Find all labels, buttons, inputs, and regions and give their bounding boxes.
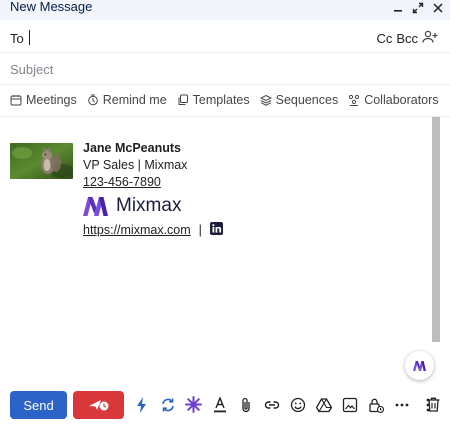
layers-icon: [259, 94, 272, 106]
text-cursor: [29, 30, 30, 45]
add-recipient-icon[interactable]: [422, 30, 438, 47]
link-separator: |: [198, 223, 202, 237]
remind-me-label: Remind me: [102, 93, 167, 107]
window-controls: [392, 1, 444, 14]
bottom-toolbar: Send: [0, 390, 450, 420]
bottom-icons: [133, 396, 436, 413]
compose-title: New Message: [10, 0, 93, 14]
mixmax-brand: Mixmax: [83, 195, 181, 217]
sequences-label: Sequences: [275, 93, 339, 107]
subject-input[interactable]: Subject: [10, 62, 53, 77]
to-label: To: [10, 31, 24, 46]
sequences-button[interactable]: Sequences: [259, 93, 339, 107]
more-horizontal-icon[interactable]: [393, 396, 410, 413]
copy-icon: [178, 94, 188, 105]
close-icon[interactable]: [432, 1, 444, 13]
website-link[interactable]: https://mixmax.com: [83, 223, 191, 237]
templates-button[interactable]: Templates: [177, 93, 250, 107]
signature-text: Jane McPeanuts VP Sales | Mixmax 123-456…: [83, 140, 283, 191]
alarm-clock-icon: [87, 94, 98, 106]
mixmax-logo-icon: [83, 196, 108, 216]
compose-title-bar: New Message: [0, 0, 450, 20]
cc-button[interactable]: Cc: [376, 31, 392, 46]
to-row: To Cc Bcc: [0, 21, 450, 53]
meetings-label: Meetings: [26, 93, 77, 107]
confidential-lock-icon[interactable]: [367, 396, 384, 413]
mixmax-floating-button[interactable]: [405, 351, 434, 380]
send-later-icon: [88, 400, 108, 411]
subject-row[interactable]: Subject: [0, 53, 450, 85]
sync-icon[interactable]: [159, 396, 176, 413]
attachment-icon[interactable]: [237, 396, 254, 413]
templates-label: Templates: [192, 93, 250, 107]
bcc-button[interactable]: Bcc: [396, 31, 418, 46]
minimize-icon[interactable]: [392, 1, 404, 13]
send-later-button[interactable]: [73, 391, 124, 419]
mixmax-logo-icon: [413, 360, 426, 371]
linkedin-icon[interactable]: [209, 222, 223, 238]
remind-me-button[interactable]: Remind me: [87, 93, 167, 107]
calendar-icon: [10, 95, 22, 106]
discard-draft-icon[interactable]: [425, 396, 442, 413]
brand-wordmark: Mixmax: [116, 195, 182, 216]
signature-phone-link[interactable]: 123-456-7890: [83, 174, 283, 191]
mixmax-toolbar: Meetings Remind me Templates Sequences C…: [0, 85, 450, 117]
vertical-scrollbar[interactable]: [432, 117, 440, 342]
collaborators-label: Collaborators: [364, 93, 439, 107]
send-button[interactable]: Send: [10, 391, 67, 419]
text-format-icon[interactable]: [211, 396, 228, 413]
sparkle-icon[interactable]: [185, 396, 202, 413]
meetings-button[interactable]: Meetings: [10, 93, 77, 107]
signature-photo: [10, 143, 73, 179]
image-icon[interactable]: [341, 396, 358, 413]
people-icon: [349, 94, 360, 106]
collaborators-button[interactable]: Collaborators: [348, 93, 439, 107]
link-icon[interactable]: [263, 396, 280, 413]
cc-bcc-controls: Cc Bcc: [376, 30, 438, 47]
drive-icon[interactable]: [315, 396, 332, 413]
signature-role: VP Sales | Mixmax: [83, 158, 188, 172]
emoji-icon[interactable]: [289, 396, 306, 413]
signature-links: https://mixmax.com |: [83, 222, 223, 238]
expand-icon[interactable]: [412, 1, 424, 14]
signature-name: Jane McPeanuts: [83, 141, 181, 155]
lightning-icon[interactable]: [133, 396, 150, 413]
